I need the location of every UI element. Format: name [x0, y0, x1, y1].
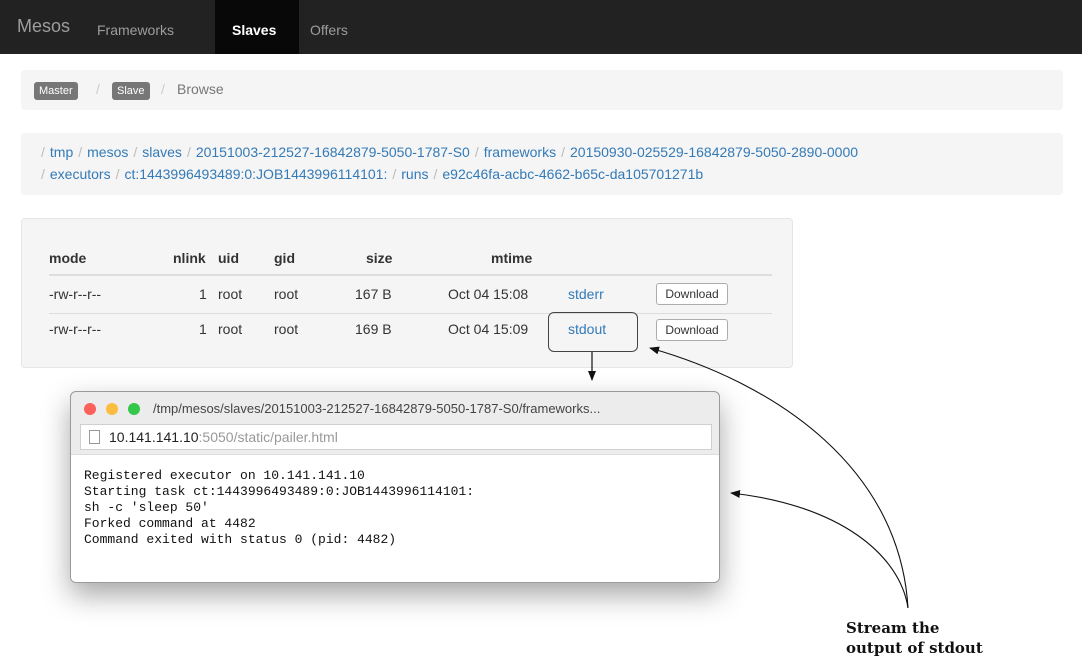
- cell-mtime: Oct 04 15:08: [448, 286, 529, 302]
- breadcrumb-current: Browse: [177, 81, 224, 97]
- breadcrumb-separator: /: [96, 81, 100, 97]
- path-separator: /: [392, 166, 397, 182]
- window-title: /tmp/mesos/slaves/20151003-212527-168428…: [153, 401, 601, 416]
- column-nlink: nlink: [173, 250, 206, 266]
- page-icon: [89, 430, 100, 444]
- address-url: 10.141.141.10:5050/static/pailer.html: [109, 429, 338, 445]
- callout-arrow-window: [730, 490, 909, 609]
- path-slave-id[interactable]: 20151003-212527-16842879-5050-1787-S0: [196, 144, 470, 160]
- path-breadcrumb: / tmp / mesos / slaves/20151003-212527-168428…: [21, 133, 1063, 195]
- log-line: Starting task ct:1443996493489:0:JOB1443…: [84, 484, 475, 499]
- cell-mtime: Oct 04 15:09: [448, 321, 529, 337]
- path-tmp[interactable]: tmp: [50, 144, 73, 160]
- breadcrumb: Master / Slave / Browse: [21, 70, 1063, 110]
- annotation-callout: Stream the output of stdout: [846, 618, 983, 658]
- cell-uid: root: [218, 321, 243, 337]
- path-separator: /: [41, 166, 45, 182]
- row-divider: [49, 313, 772, 314]
- table-header-divider: [49, 274, 772, 276]
- nav-frameworks[interactable]: Frameworks: [97, 22, 174, 38]
- breadcrumb-master[interactable]: Master: [34, 82, 78, 100]
- column-size: size: [366, 250, 393, 266]
- annotation-line-2: output of stdout: [846, 639, 983, 657]
- log-output: Registered executor on 10.141.141.10 Sta…: [71, 454, 719, 582]
- address-bar[interactable]: 10.141.141.10:5050/static/pailer.html: [80, 424, 712, 450]
- url-host: 10.141.141.10: [109, 429, 199, 445]
- cell-mode: -rw-r--r--: [49, 321, 102, 337]
- download-stdout-button[interactable]: Download: [656, 319, 728, 341]
- column-mtime: mtime: [491, 250, 533, 266]
- cell-gid: root: [274, 286, 299, 302]
- path-separator: /: [115, 166, 120, 182]
- path-separator: /: [133, 144, 138, 160]
- cell-size: 167 B: [355, 286, 392, 302]
- path-frameworks[interactable]: frameworks: [484, 144, 556, 160]
- cell-mode: -rw-r--r--: [49, 286, 102, 302]
- path-separator: /: [433, 166, 438, 182]
- path-run-id[interactable]: e92c46fa-acbc-4662-b65c-da105701271b: [442, 166, 703, 182]
- brand-logo[interactable]: Mesos: [17, 16, 70, 37]
- path-slaves[interactable]: slaves: [142, 144, 182, 160]
- cell-nlink: 1: [199, 321, 207, 337]
- path-runs[interactable]: runs: [401, 166, 428, 182]
- close-window-icon[interactable]: [84, 403, 96, 415]
- files-panel: mode nlink uid gid size mtime -rw-r--r--…: [21, 218, 793, 368]
- cell-uid: root: [218, 286, 243, 302]
- breadcrumb-separator: /: [161, 81, 165, 97]
- log-line: sh -c 'sleep 50': [84, 500, 209, 515]
- log-line: Forked command at 4482: [84, 516, 256, 531]
- path-separator: /: [186, 144, 191, 160]
- stdout-highlight-box: [548, 312, 638, 352]
- zoom-window-icon[interactable]: [128, 403, 140, 415]
- column-gid: gid: [274, 250, 295, 266]
- pailer-window: /tmp/mesos/slaves/20151003-212527-168428…: [70, 391, 720, 583]
- download-stderr-button[interactable]: Download: [656, 283, 728, 305]
- cell-nlink: 1: [199, 286, 207, 302]
- nav-offers[interactable]: Offers: [310, 22, 348, 38]
- minimize-window-icon[interactable]: [106, 403, 118, 415]
- breadcrumb-slave[interactable]: Slave: [112, 82, 150, 100]
- cell-gid: root: [274, 321, 299, 337]
- column-uid: uid: [218, 250, 239, 266]
- url-path: :5050/static/pailer.html: [198, 429, 338, 445]
- path-separator: /: [41, 144, 45, 160]
- log-line: Registered executor on 10.141.141.10: [84, 468, 365, 483]
- path-line-1: / tmp / mesos / slaves/20151003-212527-168428…: [36, 144, 858, 160]
- annotation-line-1: Stream the: [846, 619, 940, 637]
- path-separator: /: [474, 144, 479, 160]
- top-navbar: Mesos Frameworks Slaves Offers: [0, 0, 1082, 54]
- path-executors[interactable]: executors: [50, 166, 111, 182]
- path-line-2: / executors / ct:1443996493489:0:JOB1443996…: [36, 166, 703, 182]
- path-executor-id[interactable]: ct:1443996493489:0:JOB1443996114101:: [124, 166, 387, 182]
- path-framework-id[interactable]: 20150930-025529-16842879-5050-2890-0000: [570, 144, 858, 160]
- column-mode: mode: [49, 250, 87, 266]
- path-separator: /: [78, 144, 83, 160]
- cell-size: 169 B: [355, 321, 392, 337]
- nav-slaves[interactable]: Slaves: [232, 22, 276, 38]
- path-separator: /: [561, 144, 565, 160]
- path-mesos[interactable]: mesos: [87, 144, 128, 160]
- file-link-stderr[interactable]: stderr: [568, 286, 604, 302]
- log-line: Command exited with status 0 (pid: 4482): [84, 532, 397, 547]
